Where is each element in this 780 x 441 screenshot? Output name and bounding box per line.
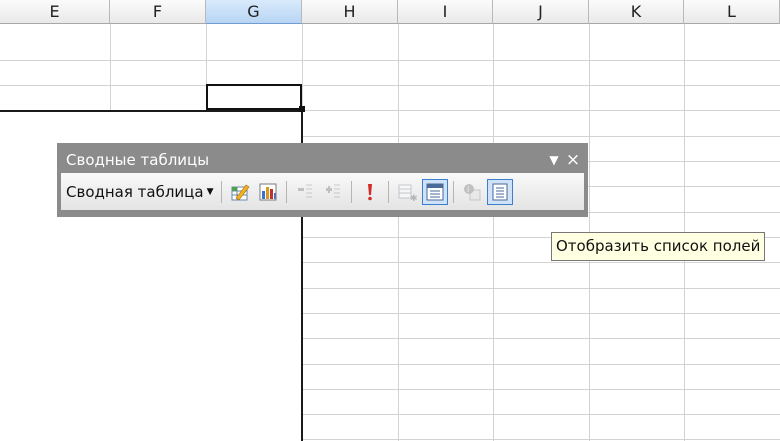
column-header-j[interactable]: J (493, 0, 589, 24)
toolbar-title: Сводные таблицы (66, 151, 210, 169)
pivot-table-toolbar: Сводные таблицы ▼ × Сводная таблица ▼ ✱ … (57, 143, 588, 217)
hide-detail-icon (297, 184, 312, 197)
tooltip: Отобразить список полей (551, 232, 766, 261)
field-settings-button[interactable]: i (459, 179, 485, 205)
show-detail-button[interactable] (320, 179, 346, 205)
column-header-i[interactable]: I (398, 0, 493, 24)
display-items-icon (426, 183, 443, 200)
field-settings-icon: i (463, 183, 480, 200)
always-display-items-button[interactable] (421, 178, 448, 205)
svg-text:✱: ✱ (410, 194, 417, 202)
active-cell[interactable] (206, 84, 302, 110)
grid-line (493, 24, 494, 441)
field-list-icon (492, 183, 507, 200)
chevron-down-icon: ▼ (206, 186, 214, 197)
column-header-e[interactable]: E (0, 0, 110, 24)
column-header-g[interactable]: G (206, 0, 302, 24)
pivot-chart-button[interactable] (255, 179, 281, 205)
column-header-l[interactable]: L (684, 0, 780, 24)
column-header-f[interactable]: F (110, 0, 206, 24)
pivot-table-menu-button[interactable]: Сводная таблица ▼ (66, 179, 217, 205)
toolbar-separator (387, 180, 389, 203)
toolbar-separator (220, 180, 222, 203)
toolbar-body: Сводная таблица ▼ ✱ i (61, 173, 584, 210)
format-report-button[interactable] (227, 179, 253, 205)
toolbar-separator (350, 180, 352, 203)
grid-line (0, 60, 780, 61)
column-header-h[interactable]: H (302, 0, 398, 24)
field-list-button[interactable] (486, 178, 513, 205)
svg-text:i: i (467, 185, 469, 194)
toolbar-separator (452, 180, 454, 203)
show-detail-icon (325, 184, 340, 197)
grid-line (398, 24, 399, 441)
exclamation-icon (367, 183, 372, 200)
toolbar-separator (285, 180, 287, 203)
include-hidden-items-button[interactable]: ✱ (394, 179, 420, 205)
pivot-table-menu-label: Сводная таблица (66, 182, 204, 201)
toolbar-title-bar[interactable]: Сводные таблицы ▼ × (61, 147, 584, 173)
spreadsheet-grid[interactable]: E F G H I J K L (0, 0, 780, 441)
chart-icon (259, 183, 276, 200)
format-report-icon (231, 184, 249, 200)
close-icon[interactable]: × (562, 150, 584, 170)
hidden-items-icon: ✱ (398, 184, 417, 202)
hide-detail-button[interactable] (292, 179, 318, 205)
column-header-k[interactable]: K (589, 0, 684, 24)
dropdown-triangle-icon[interactable]: ▼ (546, 153, 562, 167)
pivot-table-border-top (0, 110, 303, 112)
grid-line (0, 85, 780, 86)
fill-handle[interactable] (299, 106, 305, 112)
refresh-data-button[interactable] (357, 179, 383, 205)
